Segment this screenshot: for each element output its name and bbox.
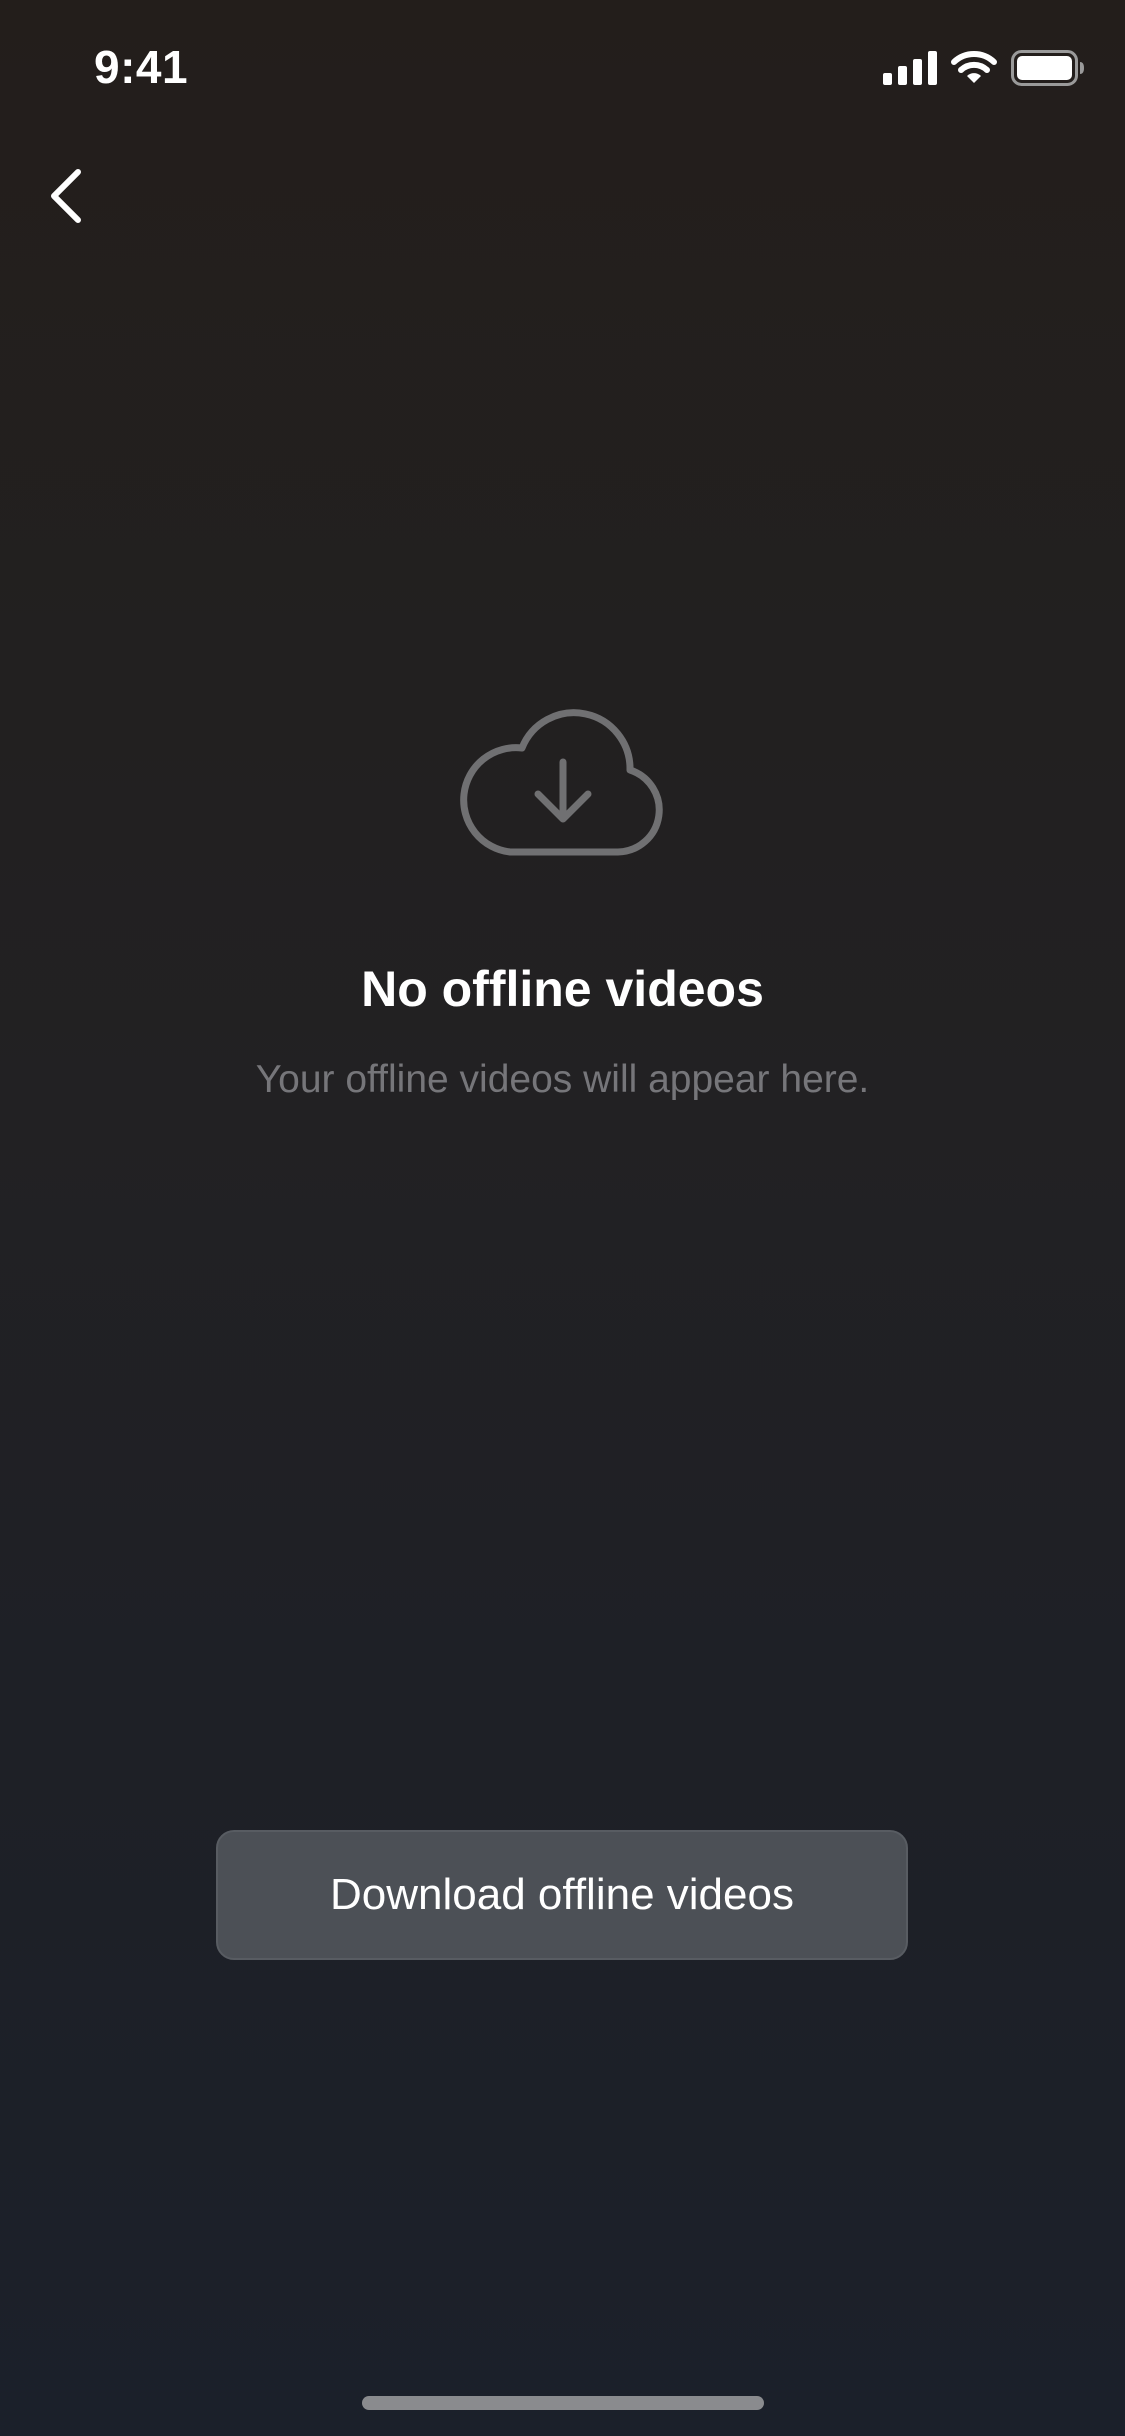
status-icons — [883, 50, 1085, 86]
status-time: 9:41 — [94, 41, 189, 93]
empty-state: No offline videos Your offline videos wi… — [0, 700, 1125, 1102]
chevron-left-icon — [51, 169, 81, 223]
download-offline-videos-button[interactable]: Download offline videos — [216, 1830, 908, 1960]
empty-state-title: No offline videos — [361, 961, 764, 1017]
empty-state-subtitle: Your offline videos will appear here. — [255, 1058, 870, 1101]
wifi-icon — [951, 51, 997, 83]
cellular-signal-icon — [883, 51, 937, 85]
cloud-download-icon — [459, 709, 663, 856]
home-indicator — [362, 2396, 764, 2410]
status-bar: 9:41 — [0, 0, 1125, 132]
back-button[interactable] — [34, 160, 98, 232]
battery-icon — [1011, 50, 1084, 86]
